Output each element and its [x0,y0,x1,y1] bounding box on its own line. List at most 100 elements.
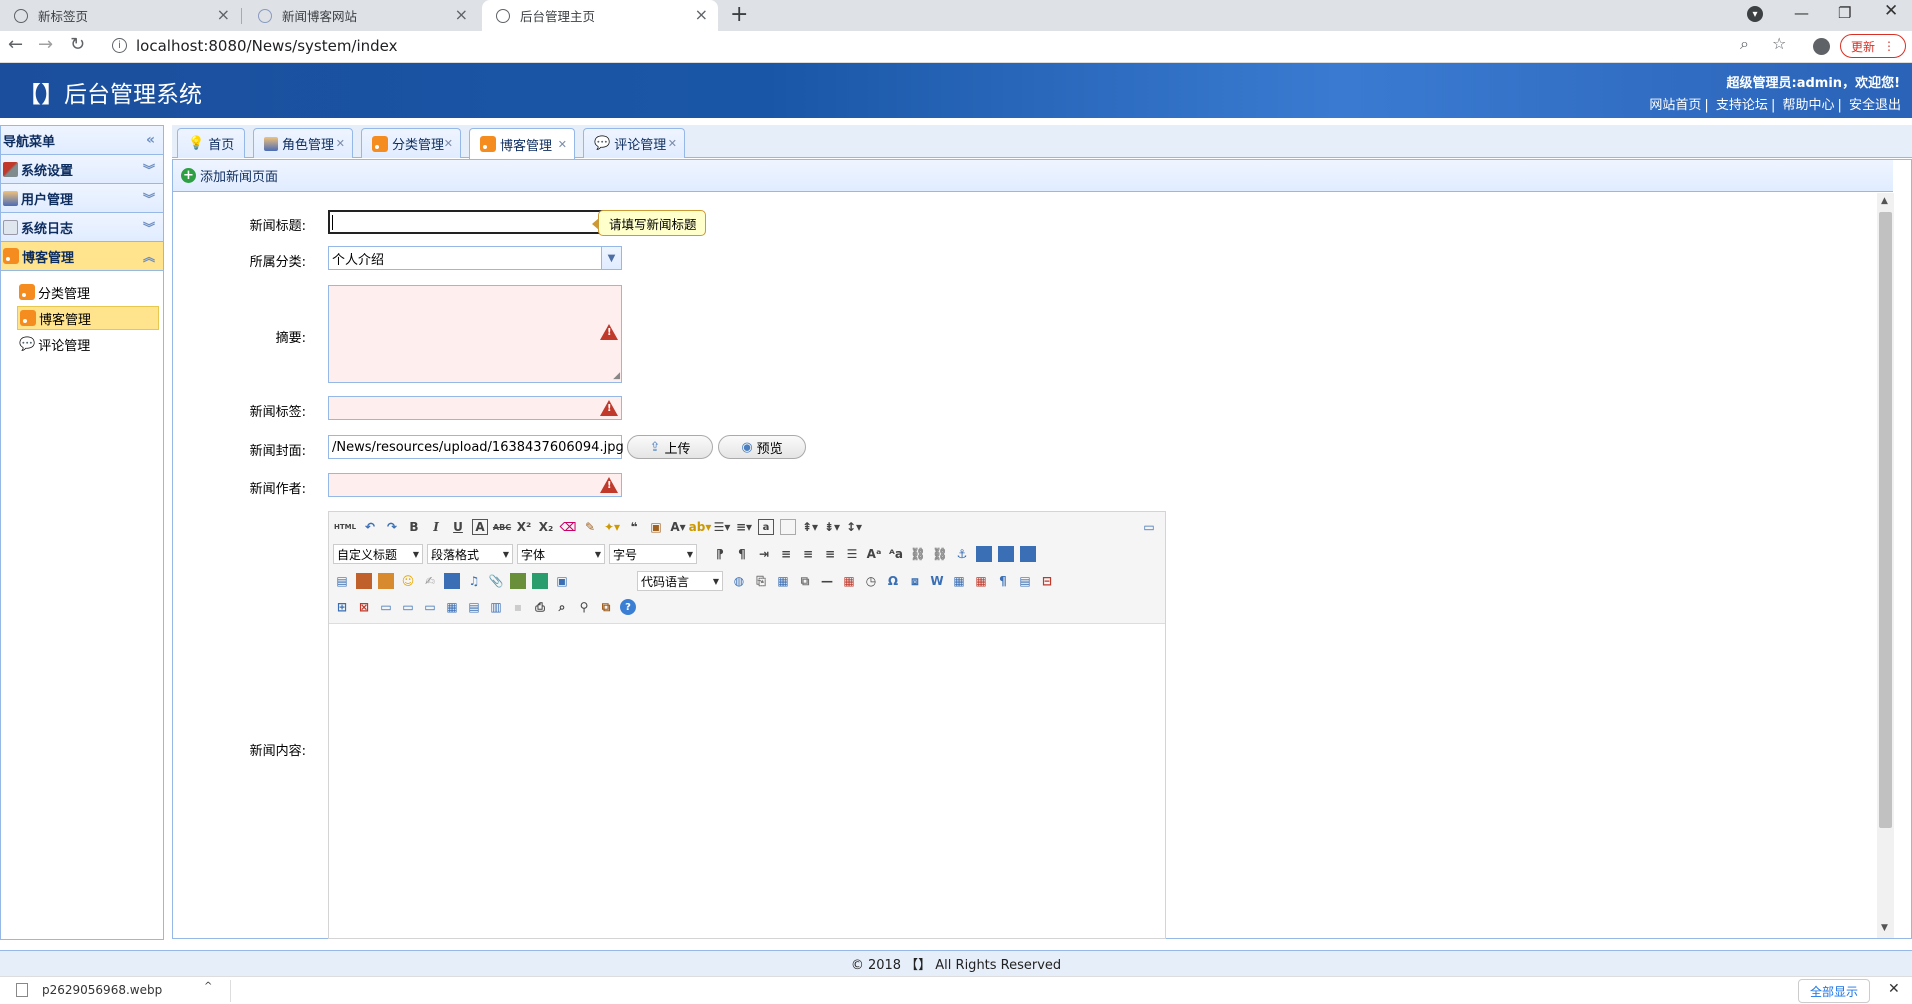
split-cols-icon[interactable]: ▥ [488,599,504,615]
chevron-down-icon[interactable]: ▼ [601,247,621,269]
window-close-icon[interactable]: ✕ [1884,1,1898,21]
line-height-icon[interactable]: ↕▾ [846,519,862,535]
browser-tab-news-site[interactable]: 新闻博客网站 × [244,0,478,31]
insert-row-icon[interactable]: ▤ [1017,573,1033,589]
merge-cells-icon[interactable]: ▭ [378,599,394,615]
align-justify-icon[interactable]: ☰ [844,546,860,562]
insert-paragraph-before-table-icon[interactable]: ¶ [995,573,1011,589]
scroll-down-arrow-icon[interactable]: ▼ [1881,923,1888,933]
insert-image-icon[interactable] [378,573,394,589]
select-all-icon[interactable]: a [758,519,774,535]
insert-table-icon[interactable]: ▦ [951,573,967,589]
browser-update-button[interactable]: 更新 ⋮ [1840,34,1906,58]
font-size-combo[interactable]: 字号 ▼ [609,544,697,564]
music-icon[interactable]: ♫ [466,573,482,589]
time-icon[interactable]: ◷ [863,573,879,589]
word-import-icon[interactable]: W [929,573,945,589]
uppercase-icon[interactable]: Aᵃ [866,546,882,562]
close-icon[interactable]: ✕ [444,137,453,150]
link-logout[interactable]: 安全退出 [1846,98,1904,113]
delete-col-icon[interactable]: ⊠ [356,599,372,615]
code-language-combo[interactable]: 代码语言 ▼ [637,571,723,591]
profile-avatar-icon[interactable] [1813,38,1830,55]
page-break-icon[interactable]: ◍ [731,573,747,589]
resize-handle-icon[interactable]: ◢ [613,371,620,381]
underline-icon[interactable]: U [450,519,466,535]
forward-arrow-icon[interactable]: → [38,34,53,55]
link-help-center[interactable]: 帮助中心 [1779,98,1837,113]
map-icon[interactable] [510,573,526,589]
nav-section-system-settings[interactable]: 系统设置 ︾ [1,155,163,184]
browser-tab-admin[interactable]: 后台管理主页 × [482,0,718,31]
tab-role-management[interactable]: 角色管理 ✕ [253,128,353,158]
nav-item-comment-management[interactable]: 💬 评论管理 [17,332,159,356]
superscript-icon[interactable]: X² [516,519,532,535]
minimize-icon[interactable]: — [1794,4,1809,22]
scroll-up-arrow-icon[interactable]: ▲ [1881,196,1888,206]
gmap-icon[interactable] [532,573,548,589]
merge-down-icon[interactable]: ▭ [422,599,438,615]
close-icon[interactable]: ✕ [558,138,567,151]
close-icon[interactable]: ✕ [668,137,677,150]
bookmark-star-icon[interactable]: ☆ [1772,34,1786,53]
unordered-list-icon[interactable]: ≡▾ [736,519,752,535]
image-none-icon[interactable]: ▤ [334,573,350,589]
tab-home[interactable]: 💡 首页 [177,128,245,158]
align-right-icon[interactable]: ≡ [822,546,838,562]
nav-item-category-management[interactable]: 分类管理 [17,280,159,304]
upload-button[interactable]: ⇪ 上传 [627,435,713,459]
help-icon[interactable]: ? [620,599,636,615]
drafts-icon[interactable]: ⧉ [598,599,614,615]
category-select[interactable]: 个人介绍 ▼ [328,246,622,270]
font-family-combo[interactable]: 字体 ▼ [517,544,605,564]
tab-search-icon[interactable]: ▾ [1747,6,1763,22]
show-all-downloads-button[interactable]: 全部显示 [1798,979,1870,1003]
split-rows-icon[interactable]: ▤ [466,599,482,615]
undo-icon[interactable]: ↶ [362,519,378,535]
new-tab-plus-icon[interactable]: + [730,2,748,27]
news-author-input[interactable] [328,473,622,497]
image-float-left-icon[interactable] [976,546,992,562]
background-icon[interactable]: ▦ [775,573,791,589]
subscript-icon[interactable]: X₂ [538,519,554,535]
font-color-icon[interactable]: A▾ [670,519,686,535]
lowercase-icon[interactable]: ᴬa [888,546,904,562]
ordered-list-icon[interactable]: ☰▾ [714,519,731,535]
scrawl-icon[interactable]: ✍ [422,573,438,589]
row-spacing-bottom-icon[interactable]: ⇟▾ [824,519,840,535]
unlink-icon[interactable]: ⛓ [932,546,948,562]
close-icon[interactable]: ✕ [336,137,345,150]
attachment-icon[interactable]: 📎 [488,573,504,589]
tab-category-management[interactable]: 分类管理 ✕ [361,128,461,158]
date-icon[interactable]: ▦ [841,573,857,589]
news-title-input[interactable] [328,210,622,234]
insert-video-icon[interactable] [444,573,460,589]
chevron-up-icon[interactable]: ^ [204,981,212,992]
bold-icon[interactable]: B [406,519,422,535]
align-center-icon[interactable]: ≡ [800,546,816,562]
preview-button[interactable]: ◉ 预览 [718,435,806,459]
auto-typeset-icon[interactable]: ✦▾ [604,519,620,535]
browser-tab-newtab[interactable]: 新标签页 × [0,0,240,31]
word-image-icon[interactable]: ⧉ [797,573,813,589]
zoom-icon[interactable]: ⌕ [1740,34,1749,54]
reload-icon[interactable]: ↻ [70,34,85,55]
format-brush-icon[interactable]: ✎ [582,519,598,535]
search-replace-icon[interactable]: ⚲ [576,599,592,615]
news-tags-input[interactable] [328,396,622,420]
image-float-right-icon[interactable] [1020,546,1036,562]
link-support-forum[interactable]: 支持论坛 [1713,98,1771,113]
indent-icon[interactable]: ⇥ [756,546,772,562]
template-icon[interactable]: ⎘ [753,573,769,589]
preview-icon[interactable]: ⌕ [554,599,570,615]
print-icon[interactable]: ⎙ [532,599,548,615]
row-spacing-top-icon[interactable]: ⇞▾ [802,519,818,535]
nav-section-system-log[interactable]: 系统日志 ︾ [1,213,163,242]
paste-plain-icon[interactable]: ▣ [648,519,664,535]
restore-icon[interactable]: ❐ [1838,4,1851,22]
collapse-left-icon[interactable]: « [146,132,155,148]
align-left-icon[interactable]: ≡ [778,546,794,562]
insert-col-icon[interactable]: ⊞ [334,599,350,615]
strikethrough-icon[interactable]: ABC [493,519,511,535]
link-site-home[interactable]: 网站首页 [1646,98,1704,113]
